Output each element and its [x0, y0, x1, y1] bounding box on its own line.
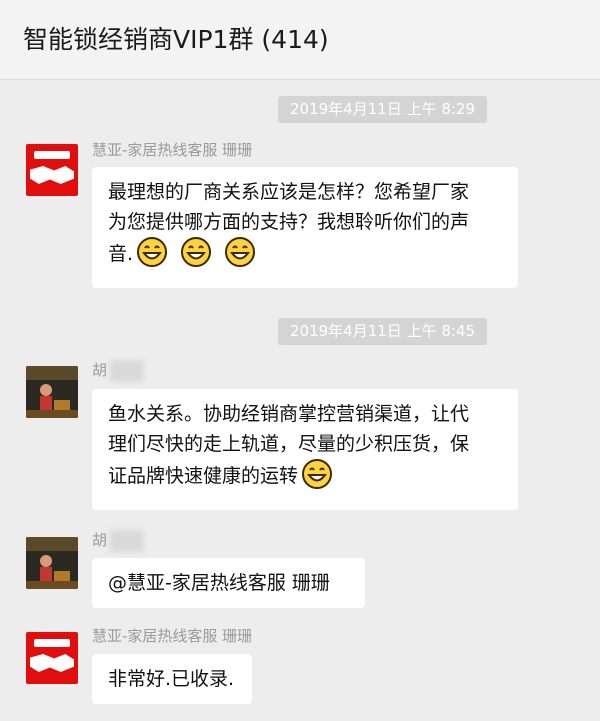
message-bubble[interactable]: 最理想的厂商关系应该是怎样？您希望厂家 为您提供哪方面的支持？我想聆听你们的声 …	[92, 167, 518, 288]
message-line: 鱼水关系。协助经销商掌控营销渠道，让代	[108, 403, 470, 425]
avatar[interactable]	[26, 366, 78, 418]
brand-mark-icon	[30, 654, 74, 672]
message-bubble[interactable]: 非常好.已收录.	[92, 654, 252, 704]
message-line: 音.	[108, 243, 134, 265]
timestamp: 2019年4月11日 上午 8:45	[278, 318, 488, 345]
message-line: @慧亚-家居热线客服 珊珊	[108, 572, 330, 594]
message-line-with-emoji: 音.	[108, 237, 502, 276]
grin-emoji-icon	[137, 237, 168, 276]
message-line: 最理想的厂商关系应该是怎样？您希望厂家	[108, 181, 470, 203]
blurred-name	[110, 530, 144, 552]
grin-emoji-icon	[181, 237, 212, 276]
sender-name: 胡	[92, 361, 108, 379]
message-line: 为您提供哪方面的支持？我想聆听你们的声	[108, 211, 470, 233]
sender-name: 胡	[92, 531, 108, 549]
message-bubble[interactable]: 鱼水关系。协助经销商掌控营销渠道，让代 理们尽快的走上轨道，尽量的少积压货，保 …	[92, 389, 518, 510]
blurred-name	[110, 360, 144, 382]
message-line: 证品牌快速健康的运转	[108, 465, 299, 487]
chat-title[interactable]: 智能锁经销商VIP1群 (414)	[23, 24, 329, 56]
avatar[interactable]	[26, 632, 78, 684]
grin-emoji-icon	[225, 237, 256, 276]
sender-name: 慧亚-家居热线客服 珊珊	[92, 627, 253, 645]
profile-photo-icon	[26, 537, 78, 589]
message-line: 非常好.已收录.	[108, 668, 235, 690]
avatar[interactable]	[26, 537, 78, 589]
chat-header: 智能锁经销商VIP1群 (414)	[0, 0, 600, 80]
brand-logo-icon	[34, 639, 70, 647]
brand-mark-icon	[30, 166, 74, 184]
grin-emoji-icon	[302, 459, 333, 498]
sender-name: 慧亚-家居热线客服 珊珊	[92, 141, 253, 159]
brand-logo-icon	[34, 151, 70, 159]
message-bubble[interactable]: @慧亚-家居热线客服 珊珊	[92, 558, 365, 608]
profile-photo-icon	[26, 366, 78, 418]
timestamp: 2019年4月11日 上午 8:29	[278, 96, 488, 123]
avatar[interactable]	[26, 144, 78, 196]
message-line: 理们尽快的走上轨道，尽量的少积压货，保	[108, 433, 470, 455]
message-line-with-emoji: 证品牌快速健康的运转	[108, 459, 502, 498]
